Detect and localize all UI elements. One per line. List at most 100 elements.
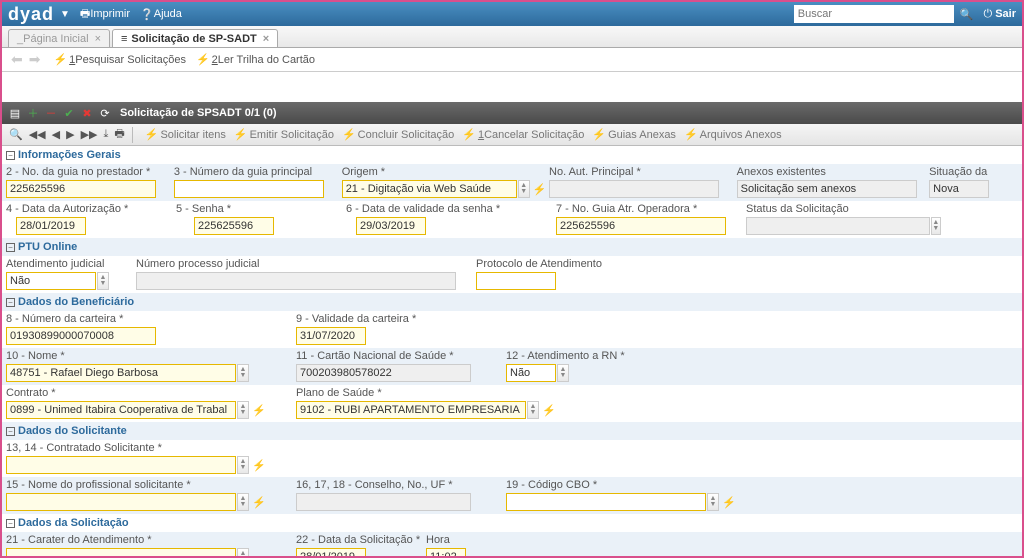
refresh-icon[interactable]: ⟳: [98, 107, 112, 120]
close-icon[interactable]: ×: [263, 33, 269, 45]
situacao-input: [929, 180, 989, 198]
action-emitir[interactable]: ⚡Emitir Solicitação: [234, 128, 334, 141]
contrato-input[interactable]: [6, 401, 236, 419]
action-guias-anexas[interactable]: ⚡Guias Anexas: [592, 128, 676, 141]
cartao-nacional-input[interactable]: [296, 364, 471, 382]
carater-atendimento-input[interactable]: [6, 548, 236, 556]
search-icon[interactable]: 🔍: [9, 128, 23, 141]
atendimento-rn-input[interactable]: [506, 364, 556, 382]
minus-icon[interactable]: －: [44, 105, 58, 121]
label: Anexos existentes: [737, 166, 930, 179]
origem-input[interactable]: [342, 180, 517, 198]
last-icon[interactable]: ▶▶: [81, 128, 98, 141]
prev-icon[interactable]: ◀: [52, 128, 60, 141]
atendimento-judicial-input[interactable]: [6, 272, 96, 290]
label: Contrato *: [6, 387, 296, 400]
close-icon[interactable]: ×: [95, 33, 101, 45]
printer-icon: 🖶: [80, 5, 90, 24]
bolt-icon[interactable]: ⚡: [252, 404, 266, 417]
contratado-solicitante-input[interactable]: [6, 456, 236, 474]
bolt-icon[interactable]: ⚡: [542, 404, 556, 417]
collapse-icon[interactable]: −: [6, 243, 15, 252]
protocolo-input[interactable]: [476, 272, 556, 290]
profissional-input[interactable]: [6, 493, 236, 511]
menu-dropdown-icon[interactable]: ▼: [60, 9, 70, 20]
tab-label: Solicitação de SP-SADT: [131, 33, 256, 45]
processo-judicial-input[interactable]: [136, 272, 456, 290]
cbo-input[interactable]: [506, 493, 706, 511]
bolt-icon: ⚡: [592, 128, 606, 141]
tab-label: _Página Inicial: [17, 33, 89, 45]
spinner-icon[interactable]: [237, 456, 249, 474]
spinner-icon[interactable]: [527, 401, 539, 419]
bolt-icon[interactable]: ⚡: [533, 183, 547, 196]
back-icon[interactable]: ⬅: [11, 51, 23, 68]
label: 4 - Data da Autorização *: [6, 203, 176, 216]
cancel-icon[interactable]: ✖: [80, 107, 94, 120]
aut-principal-input[interactable]: [549, 180, 719, 198]
spinner-icon[interactable]: [237, 548, 249, 556]
search-icon[interactable]: 🔍: [960, 8, 974, 21]
guia-principal-input[interactable]: [174, 180, 324, 198]
action-pesquisar[interactable]: ⚡ 1Pesquisar Solicitações: [53, 53, 186, 66]
bolt-icon[interactable]: ⚡: [252, 459, 266, 472]
guia-prestador-input[interactable]: [6, 180, 156, 198]
panel-header: ▤ ＋ － ✔ ✖ ⟳ Solicitação de SPSADT 0/1 (0…: [2, 102, 1022, 124]
list-icon[interactable]: ▤: [8, 107, 22, 120]
spinner-icon[interactable]: [97, 272, 109, 290]
label: 6 - Data de validade da senha *: [346, 203, 556, 216]
data-solicitacao-input[interactable]: [296, 548, 366, 556]
plus-icon[interactable]: ＋: [26, 105, 40, 121]
action-arquivos-anexos[interactable]: ⚡Arquivos Anexos: [684, 128, 782, 141]
section-header-dados-solicitacao: − Dados da Solicitação: [2, 514, 1022, 532]
plano-input[interactable]: [296, 401, 526, 419]
print-icon[interactable]: 🖶: [114, 125, 124, 144]
section-title: Dados da Solicitação: [18, 517, 129, 529]
first-icon[interactable]: ◀◀: [29, 128, 46, 141]
action-solicitar-itens[interactable]: ⚡Solicitar itens: [145, 128, 226, 141]
label: 12 - Atendimento a RN *: [506, 350, 706, 363]
numero-carteira-input[interactable]: [6, 327, 156, 345]
spinner-icon[interactable]: [237, 493, 249, 511]
action-cancelar[interactable]: ⚡1Cancelar Solicitação: [462, 128, 584, 141]
spinner-icon[interactable]: [237, 401, 249, 419]
nome-input[interactable]: [6, 364, 236, 382]
search-input[interactable]: [794, 5, 954, 23]
row: [2, 326, 1022, 348]
bolt-icon[interactable]: ⚡: [722, 496, 736, 509]
action-concluir[interactable]: ⚡Concluir Solicitação: [342, 128, 454, 141]
conselho-input[interactable]: [296, 493, 471, 511]
spinner-icon[interactable]: [931, 217, 941, 235]
data-validade-senha-input[interactable]: [356, 217, 426, 235]
check-icon[interactable]: ✔: [62, 107, 76, 120]
spinner-icon[interactable]: [518, 180, 530, 198]
help-icon: ❔: [140, 8, 154, 21]
export-icon[interactable]: ⤓: [103, 128, 108, 141]
help-button[interactable]: ❔ Ajuda: [140, 8, 182, 21]
section-header-beneficiario: − Dados do Beneficiário: [2, 293, 1022, 311]
tab-home[interactable]: _Página Inicial ×: [8, 29, 110, 47]
print-button[interactable]: 🖶 Imprimir: [80, 5, 130, 24]
senha-input[interactable]: [194, 217, 274, 235]
spinner-icon[interactable]: [237, 364, 249, 382]
spinner-icon[interactable]: [557, 364, 569, 382]
hora-input[interactable]: [426, 548, 466, 556]
next-icon[interactable]: ▶: [66, 128, 74, 141]
spinner-icon[interactable]: [707, 493, 719, 511]
tab-solicitacao[interactable]: ≡ Solicitação de SP-SADT ×: [112, 29, 278, 47]
validade-carteira-input[interactable]: [296, 327, 366, 345]
action-ler-trilha[interactable]: ⚡ 2Ler Trilha do Cartão: [196, 53, 315, 66]
bolt-icon[interactable]: ⚡: [252, 496, 266, 509]
data-autorizacao-input[interactable]: [16, 217, 86, 235]
label: Ler Trilha do Cartão: [218, 54, 315, 66]
forward-icon[interactable]: ➡: [29, 51, 41, 68]
section-header-ptu: − PTU Online: [2, 238, 1022, 256]
exit-button[interactable]: ⏻ Sair: [984, 8, 1017, 21]
status-input[interactable]: [746, 217, 930, 235]
collapse-icon[interactable]: −: [6, 298, 15, 307]
row: ⚡ ⚡: [2, 492, 1022, 514]
collapse-icon[interactable]: −: [6, 427, 15, 436]
collapse-icon[interactable]: −: [6, 519, 15, 528]
guia-operadora-input[interactable]: [556, 217, 726, 235]
collapse-icon[interactable]: −: [6, 151, 15, 160]
